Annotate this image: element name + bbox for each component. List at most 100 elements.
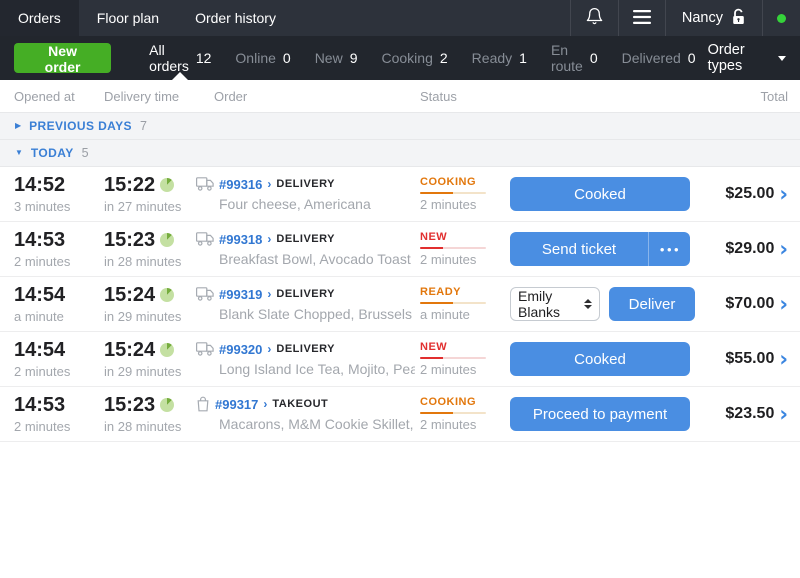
deliver-button[interactable]: Deliver [609, 287, 695, 321]
opened-ago: a minute [14, 309, 64, 324]
user-menu[interactable]: Nancy [664, 0, 762, 36]
order-total: $55.00 [725, 349, 775, 367]
order-filters: All orders 12 Online 0 New 9 Cooking 2 Ready 1 En … [137, 36, 707, 80]
delivery-in: in 28 minutes [104, 419, 182, 434]
filter-online[interactable]: Online 0 [223, 36, 302, 80]
courier-select[interactable]: Emily Blanks [510, 287, 600, 321]
order-number-link[interactable]: #99319 [219, 287, 262, 302]
menu-button[interactable] [617, 0, 665, 36]
select-arrows-icon [584, 299, 592, 309]
section-today[interactable]: ▼ TODAY 5 [0, 140, 800, 167]
opened-time: 14:53 [14, 229, 66, 251]
delivery-in: in 29 minutes [104, 309, 182, 324]
delivery-truck-icon [196, 342, 214, 356]
order-items: Four cheese, Americana [219, 195, 371, 212]
tab-orders[interactable]: Orders [0, 0, 79, 36]
filter-label: Online [235, 50, 276, 66]
order-number-link[interactable]: #99320 [219, 342, 262, 357]
takeout-bag-icon [196, 396, 210, 412]
chevron-right-icon: › [263, 397, 268, 411]
order-type-label: DELIVERY [276, 178, 335, 190]
opened-ago: 2 minutes [14, 364, 71, 379]
chevron-right-icon: › [779, 236, 788, 261]
action-button[interactable]: Cooked [510, 342, 690, 376]
bell-icon [585, 7, 604, 29]
chevron-right-icon: › [779, 346, 788, 371]
filter-en-route[interactable]: En route 0 [539, 36, 610, 80]
hamburger-icon [632, 9, 651, 27]
order-number-link[interactable]: #99317 [215, 397, 258, 412]
filter-label: Ready [471, 50, 513, 66]
status-label: READY [420, 286, 462, 298]
table-header: Opened at Delivery time Order Status Tot… [0, 80, 800, 113]
order-row[interactable]: 14:54 2 minutes 15:24 in 29 minutes #993… [0, 332, 800, 387]
delivery-truck-icon [196, 177, 214, 191]
order-items: Macarons, M&M Cookie Skillet, Co… [219, 416, 415, 432]
section-previous-days[interactable]: ▶ PREVIOUS DAYS 7 [0, 113, 800, 140]
opened-ago: 2 minutes [14, 419, 71, 434]
section-label: PREVIOUS DAYS [29, 119, 132, 133]
delivery-time: 15:24 [104, 284, 156, 306]
filter-delivered[interactable]: Delivered 0 [610, 36, 708, 80]
status-progress-bar [420, 412, 486, 414]
connection-status [762, 0, 800, 36]
order-row[interactable]: 14:53 2 minutes 15:23 in 28 minutes #993… [0, 222, 800, 277]
more-options-button[interactable]: ••• [648, 232, 690, 266]
opened-time: 14:52 [14, 174, 66, 196]
collapsed-arrow-icon: ▶ [15, 121, 22, 130]
status-label: COOKING [420, 396, 477, 408]
order-total: $25.00 [725, 184, 775, 202]
chevron-right-icon: › [779, 291, 788, 316]
filter-count: 2 [439, 50, 448, 66]
order-number-link[interactable]: #99318 [219, 232, 262, 247]
delivery-time: 15:23 [104, 394, 156, 416]
orders-list: 14:52 3 minutes 15:22 in 27 minutes #993… [0, 167, 800, 442]
header-opened-at: Opened at [14, 88, 75, 104]
chevron-down-icon [778, 55, 786, 61]
filter-bar: New order All orders 12 Online 0 New 9 Cooking… [0, 36, 800, 80]
action-button[interactable]: Cooked [510, 177, 690, 211]
expanded-arrow-icon: ▼ [15, 148, 23, 157]
section-label: TODAY [30, 146, 74, 160]
tab-order-history[interactable]: Order history [177, 0, 294, 36]
filter-count: 1 [519, 50, 527, 66]
new-order-button[interactable]: New order [14, 43, 112, 75]
order-row[interactable]: 14:53 2 minutes 15:23 in 28 minutes #993… [0, 387, 800, 442]
status-ago: 2 minutes [420, 197, 477, 212]
timer-pie-icon [160, 398, 175, 412]
order-types-dropdown[interactable]: Order types [708, 42, 786, 74]
delivery-in: in 28 minutes [104, 254, 182, 269]
header-delivery-time: Delivery time [104, 88, 180, 104]
order-number-link[interactable]: #99316 [219, 177, 262, 192]
filter-label: New [314, 50, 343, 66]
send-ticket-button[interactable]: Send ticket [510, 232, 648, 266]
action-button[interactable]: Proceed to payment [510, 397, 690, 431]
delivery-time: 15:23 [104, 229, 156, 251]
action-split-button: Send ticket ••• [510, 232, 690, 266]
filter-label: En route [550, 42, 583, 74]
header-total: Total [760, 88, 788, 104]
filter-label: Cooking [381, 50, 433, 66]
order-items: Blank Slate Chopped, Brussels Sp… [219, 305, 415, 322]
filter-all-orders[interactable]: All orders 12 [137, 36, 223, 80]
filter-new[interactable]: New 9 [303, 36, 370, 80]
delivery-time: 15:22 [104, 174, 156, 196]
filter-label: All orders [149, 42, 189, 74]
chevron-right-icon: › [779, 401, 788, 426]
filter-count: 0 [687, 50, 696, 66]
topbar-right: Nancy [569, 0, 800, 36]
timer-pie-icon [160, 288, 175, 302]
tab-floor-plan[interactable]: Floor plan [79, 0, 177, 36]
status-label: NEW [420, 341, 448, 353]
ellipsis-icon: ••• [659, 241, 682, 257]
notifications-button[interactable] [569, 0, 618, 36]
filter-ready[interactable]: Ready 1 [460, 36, 539, 80]
order-type-label: DELIVERY [276, 288, 335, 300]
opened-time: 14:53 [14, 394, 66, 416]
chevron-right-icon: › [267, 177, 272, 191]
order-row[interactable]: 14:52 3 minutes 15:22 in 27 minutes #993… [0, 167, 800, 222]
delivery-truck-icon [196, 232, 214, 246]
filter-cooking[interactable]: Cooking 2 [370, 36, 460, 80]
order-row[interactable]: 14:54 a minute 15:24 in 29 minutes #9931… [0, 277, 800, 332]
status-progress-bar [420, 192, 486, 194]
